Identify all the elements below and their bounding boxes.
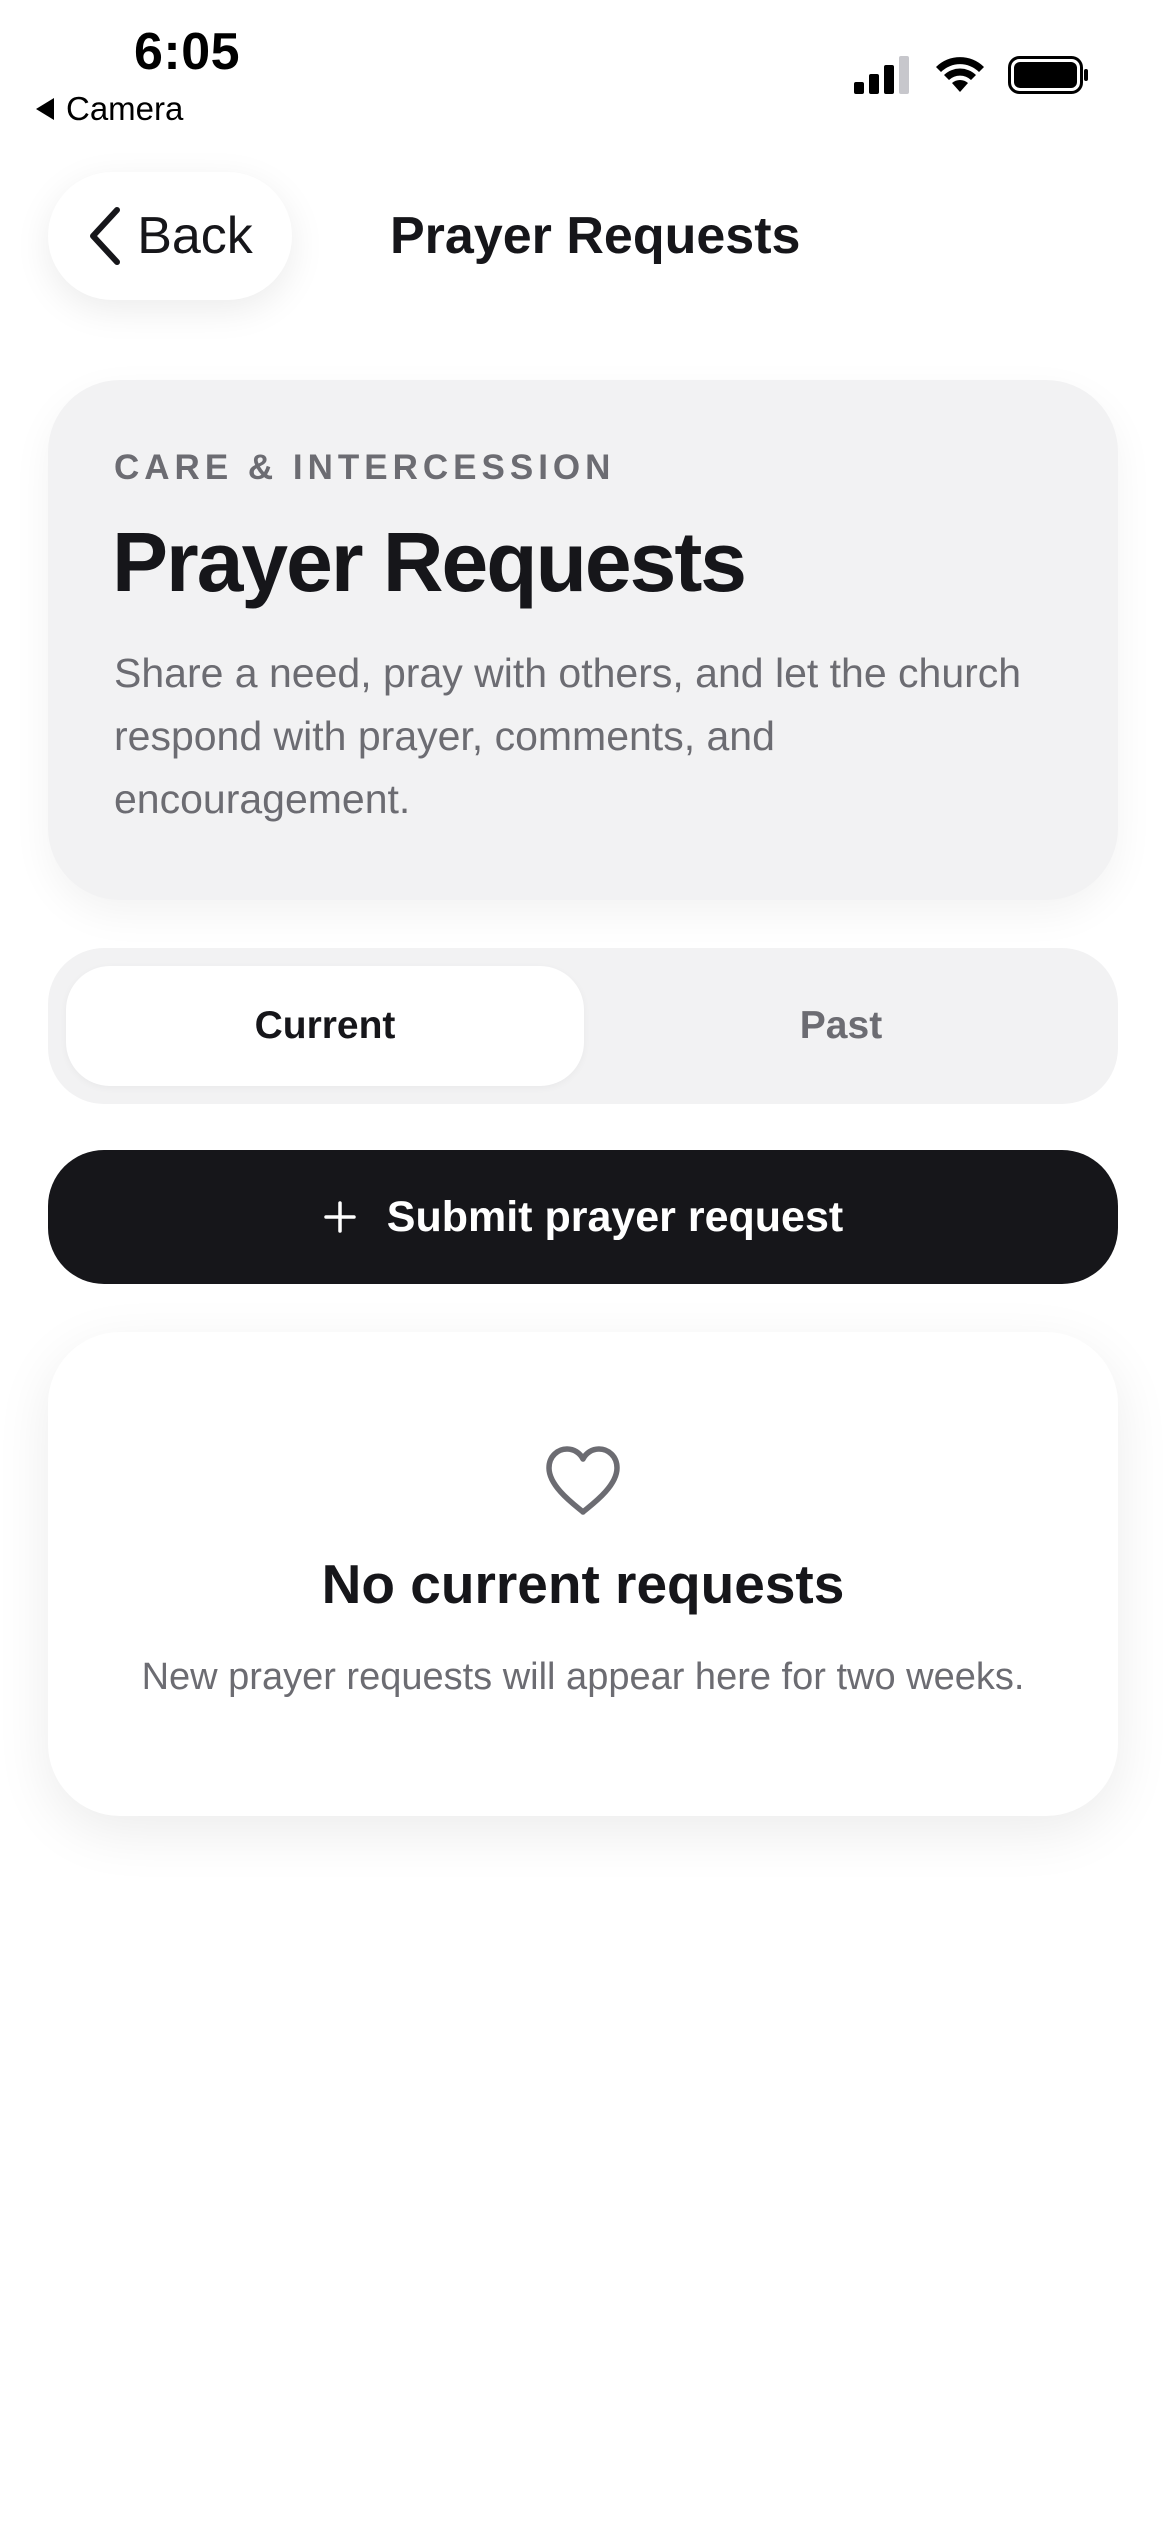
battery-icon	[1008, 56, 1088, 94]
hero-card: CARE & INTERCESSION Prayer Requests Shar…	[48, 380, 1118, 900]
tab-current[interactable]: Current	[66, 966, 584, 1086]
back-triangle-icon	[36, 98, 54, 120]
empty-state-card: No current requests New prayer requests …	[48, 1332, 1118, 1816]
tab-past[interactable]: Past	[582, 966, 1100, 1086]
status-time: 6:05	[134, 23, 241, 81]
hero-title: Prayer Requests	[112, 515, 747, 609]
cellular-signal-icon	[854, 56, 909, 94]
empty-state-subtitle: New prayer requests will appear here for…	[141, 1656, 1025, 1698]
nav-title: Prayer Requests	[390, 207, 801, 265]
plus-icon	[324, 1201, 356, 1233]
status-bar: 6:05 Camera	[0, 0, 1170, 140]
status-icons	[854, 56, 1090, 94]
hero-description: Share a need, pray with others, and let …	[114, 650, 1022, 822]
back-button-label: Back	[137, 207, 253, 265]
tab-switcher: Current Past	[48, 948, 1118, 1104]
heart-outline-icon	[546, 1446, 620, 1515]
back-to-app-label: Camera	[66, 90, 184, 127]
wifi-icon	[936, 57, 984, 92]
back-button[interactable]: Back	[48, 172, 292, 300]
back-to-app-link[interactable]: Camera	[36, 90, 183, 128]
submit-prayer-request-button[interactable]: Submit prayer request	[48, 1150, 1118, 1284]
empty-state-title: No current requests	[321, 1553, 845, 1615]
submit-button-label: Submit prayer request	[386, 1192, 844, 1241]
chevron-left-icon	[90, 207, 121, 265]
hero-eyebrow: CARE & INTERCESSION	[114, 448, 616, 487]
